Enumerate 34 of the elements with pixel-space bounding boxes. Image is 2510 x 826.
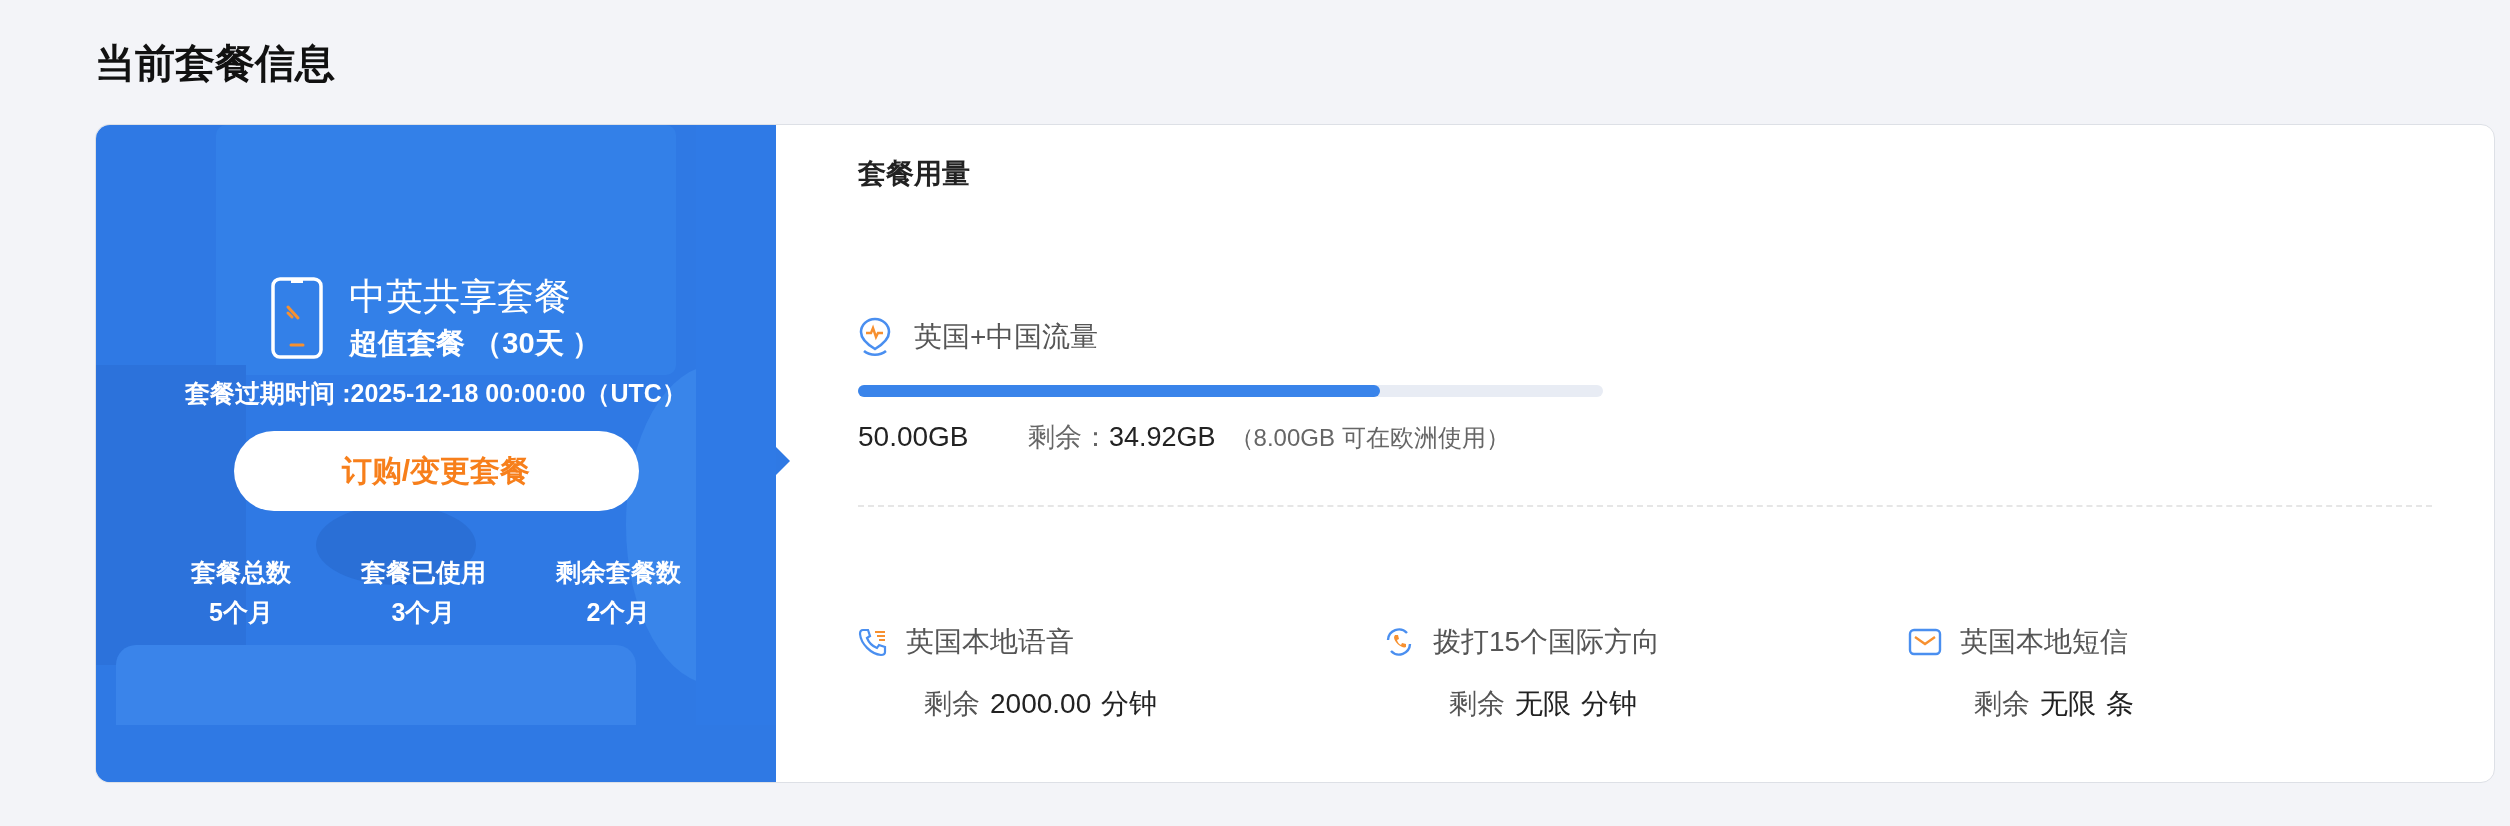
phone-icon xyxy=(858,627,888,657)
location-pulse-icon xyxy=(858,317,892,357)
stat-value: 3个月 xyxy=(391,597,456,628)
change-plan-button[interactable]: 订购/变更套餐 xyxy=(233,431,639,511)
unit-text: 分钟 xyxy=(1581,687,1637,721)
stat-label: 套餐总数 xyxy=(191,557,291,588)
phone-icon xyxy=(271,277,324,359)
envelope-icon xyxy=(1908,628,1942,656)
stat-label: 套餐已使用 xyxy=(361,557,486,588)
data-label: 英国+中国流量 xyxy=(914,320,1099,354)
plan-expiry: 套餐过期时间 :2025-12-18 00:00:00（UTC） xyxy=(185,378,687,409)
remaining-value: 34.92GB xyxy=(1109,422,1216,453)
usage-title: 套餐用量 xyxy=(858,157,971,191)
remaining-label: 剩余： xyxy=(1028,421,1109,454)
unit-text: 条 xyxy=(2106,687,2134,721)
europe-note: （8.00GB 可在欧洲使用） xyxy=(1229,423,1510,453)
page-title: 当前套餐信息 xyxy=(95,40,336,87)
allowance-label: 拨打15个国际方向 xyxy=(1433,625,1661,659)
remaining-value: 无限 xyxy=(1515,687,1571,721)
pointer-arrow xyxy=(776,447,790,475)
plan-subtitle: 超值套餐 （30天 ） xyxy=(349,326,601,361)
allowance-label: 英国本地短信 xyxy=(1960,625,2128,659)
remaining-label: 剩余 xyxy=(1449,687,1505,721)
stat-label: 剩余套餐数 xyxy=(556,557,681,588)
remaining-label: 剩余 xyxy=(1974,687,2030,721)
plan-name: 中英共享套餐 xyxy=(349,275,573,319)
allowance-label: 英国本地语音 xyxy=(906,625,1074,659)
remaining-value: 2000.00 xyxy=(990,687,1092,721)
data-total: 50.00GB xyxy=(858,421,970,453)
stat-value: 5个月 xyxy=(209,597,273,628)
remaining-label: 剩余 xyxy=(924,687,980,721)
stat-value: 2个月 xyxy=(586,597,651,628)
remaining-value: 无限 xyxy=(2040,687,2096,721)
unit-text: 分钟 xyxy=(1101,687,1158,721)
